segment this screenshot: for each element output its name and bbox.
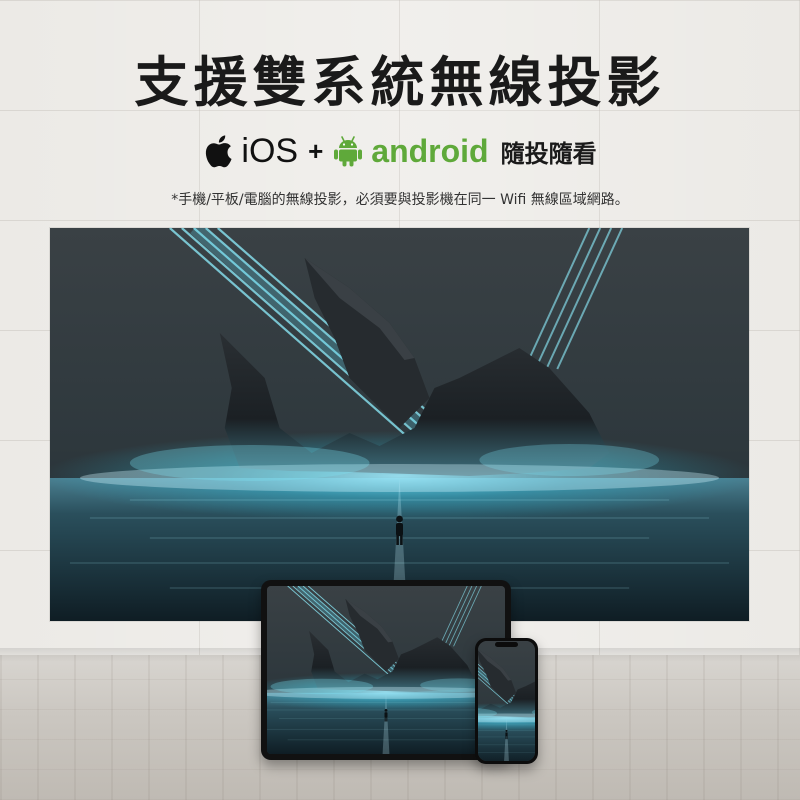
projected-scene-image (50, 228, 749, 621)
phone-device (475, 638, 538, 764)
ios-label: iOS (241, 131, 299, 170)
wifi-note: *手機/平板/電腦的無線投影，必須要與投影機在同一 Wifi 無線區域網路。 (171, 192, 629, 208)
tablet-device (261, 580, 511, 760)
tablet-scene-image (267, 586, 505, 754)
phone-screen (478, 641, 535, 761)
phone-notch (495, 642, 518, 647)
tablet-screen (267, 586, 505, 754)
android-robot-icon (333, 134, 363, 168)
phone-scene-image (478, 641, 535, 761)
android-label: android (371, 132, 489, 169)
os-support-row: iOS + android 隨投隨看 (0, 128, 800, 174)
watch-anytime-label: 隨投隨看 (500, 139, 597, 168)
projection-screen (50, 228, 749, 621)
page-title: 支援雙系統無線投影 (134, 51, 666, 114)
apple-logo-icon (203, 134, 233, 168)
plus-sign: + (308, 135, 324, 166)
